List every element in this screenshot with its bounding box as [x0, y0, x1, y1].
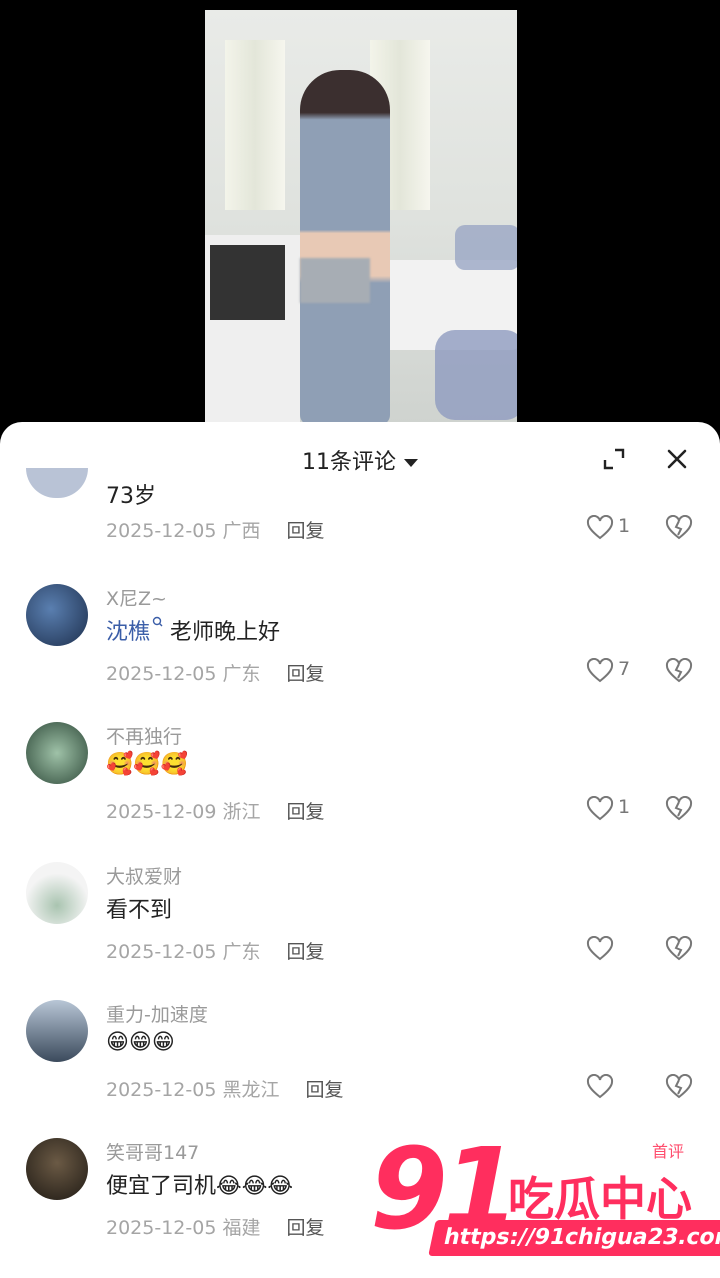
comment-meta: 2025-12-05 广西 回复: [106, 516, 324, 543]
comment-item: 大叔爱财 看不到 2025-12-05 广东 回复: [0, 862, 720, 992]
broken-heart-icon[interactable]: [665, 796, 693, 822]
comment-date-location: 2025-12-05 广东: [106, 663, 261, 685]
heart-icon: [586, 796, 614, 821]
expand-icon[interactable]: [603, 448, 625, 470]
avatar[interactable]: [26, 584, 88, 646]
heart-icon: [586, 515, 614, 540]
comment-text: 老师晚上好: [170, 620, 281, 645]
comment-username[interactable]: 大叔爱财: [106, 862, 182, 889]
comment-item: 重力-加速度 😁😁😁 2025-12-05 黑龙江 回复: [0, 1000, 720, 1130]
blanket: [435, 330, 517, 420]
reply-button[interactable]: 回复: [286, 941, 324, 963]
heart-icon: [586, 658, 614, 683]
comment-username[interactable]: 重力-加速度: [106, 1000, 208, 1027]
reply-button[interactable]: 回复: [286, 663, 324, 685]
broken-heart-icon[interactable]: [665, 658, 693, 684]
comment-text: 便宜了司机😂😂😂: [106, 1174, 294, 1199]
site-watermark: 91 吃瓜中心 https://91chigua23.com: [370, 1125, 720, 1265]
person-figure: [300, 70, 390, 425]
comment-text: 73岁: [106, 484, 156, 509]
broken-heart-icon[interactable]: [665, 936, 693, 962]
close-icon[interactable]: [666, 448, 688, 470]
monitor: [210, 245, 285, 320]
like-count: 7: [618, 658, 631, 680]
pillow: [455, 225, 517, 270]
comment-item: X尼Z~ 沈樵 老师晚上好 2025-12-05 广东 回复 7: [0, 584, 720, 714]
broken-heart-icon[interactable]: [665, 515, 693, 541]
avatar[interactable]: [26, 722, 88, 784]
reply-button[interactable]: 回复: [286, 520, 324, 542]
comment-username[interactable]: X尼Z~: [106, 584, 167, 611]
broken-heart-icon[interactable]: [665, 1074, 693, 1100]
comment-item-partial: 73岁 2025-12-05 广西 回复 1: [0, 468, 720, 548]
comment-item: 不再独行 🥰🥰🥰 2025-12-09 浙江 回复 1: [0, 722, 720, 852]
reply-button[interactable]: 回复: [305, 1079, 343, 1101]
avatar[interactable]: [26, 1000, 88, 1062]
comment-date-location: 2025-12-09 浙江: [106, 801, 261, 823]
mention-link[interactable]: 沈樵: [106, 620, 150, 645]
like-button[interactable]: 7: [586, 658, 646, 684]
heart-icon: [586, 936, 614, 961]
caret-down-icon: [404, 459, 418, 467]
comment-username[interactable]: 不再独行: [106, 722, 182, 749]
comment-text: 看不到: [106, 898, 173, 923]
comment-date-location: 2025-12-05 福建: [106, 1217, 261, 1239]
like-count: 1: [618, 515, 631, 537]
avatar[interactable]: [26, 468, 88, 498]
like-button[interactable]: [586, 936, 646, 962]
comment-count-label: 11条评论: [302, 450, 396, 475]
comment-text: 🥰🥰🥰: [106, 752, 189, 777]
search-icon: [152, 616, 163, 627]
curtain-left: [225, 40, 285, 210]
video-player[interactable]: [0, 0, 720, 440]
video-frame[interactable]: [205, 10, 517, 425]
comment-meta: 2025-12-05 广东 回复: [106, 659, 324, 686]
comment-username[interactable]: 笑哥哥147: [106, 1138, 199, 1165]
comment-date-location: 2025-12-05 广西: [106, 520, 261, 542]
heart-icon: [586, 1074, 614, 1099]
comment-meta: 2025-12-05 广东 回复: [106, 937, 324, 964]
reply-button[interactable]: 回复: [286, 801, 324, 823]
comment-text: 😁😁😁: [106, 1030, 175, 1055]
comment-date-location: 2025-12-05 广东: [106, 941, 261, 963]
comment-content: 沈樵 老师晚上好: [106, 614, 280, 646]
comment-date-location: 2025-12-05 黑龙江: [106, 1079, 280, 1101]
avatar[interactable]: [26, 1138, 88, 1200]
avatar[interactable]: [26, 862, 88, 924]
reply-button[interactable]: 回复: [286, 1217, 324, 1239]
watermark-url: https://91chigua23.com: [428, 1220, 720, 1256]
comment-meta: 2025-12-09 浙江 回复: [106, 797, 324, 824]
like-button[interactable]: 1: [586, 515, 646, 541]
like-button[interactable]: [586, 1074, 646, 1100]
like-button[interactable]: 1: [586, 796, 646, 822]
comment-meta: 2025-12-05 福建 回复: [106, 1213, 324, 1240]
like-count: 1: [618, 796, 631, 818]
comment-meta: 2025-12-05 黑龙江 回复: [106, 1075, 343, 1102]
blurred-region: [300, 258, 370, 303]
